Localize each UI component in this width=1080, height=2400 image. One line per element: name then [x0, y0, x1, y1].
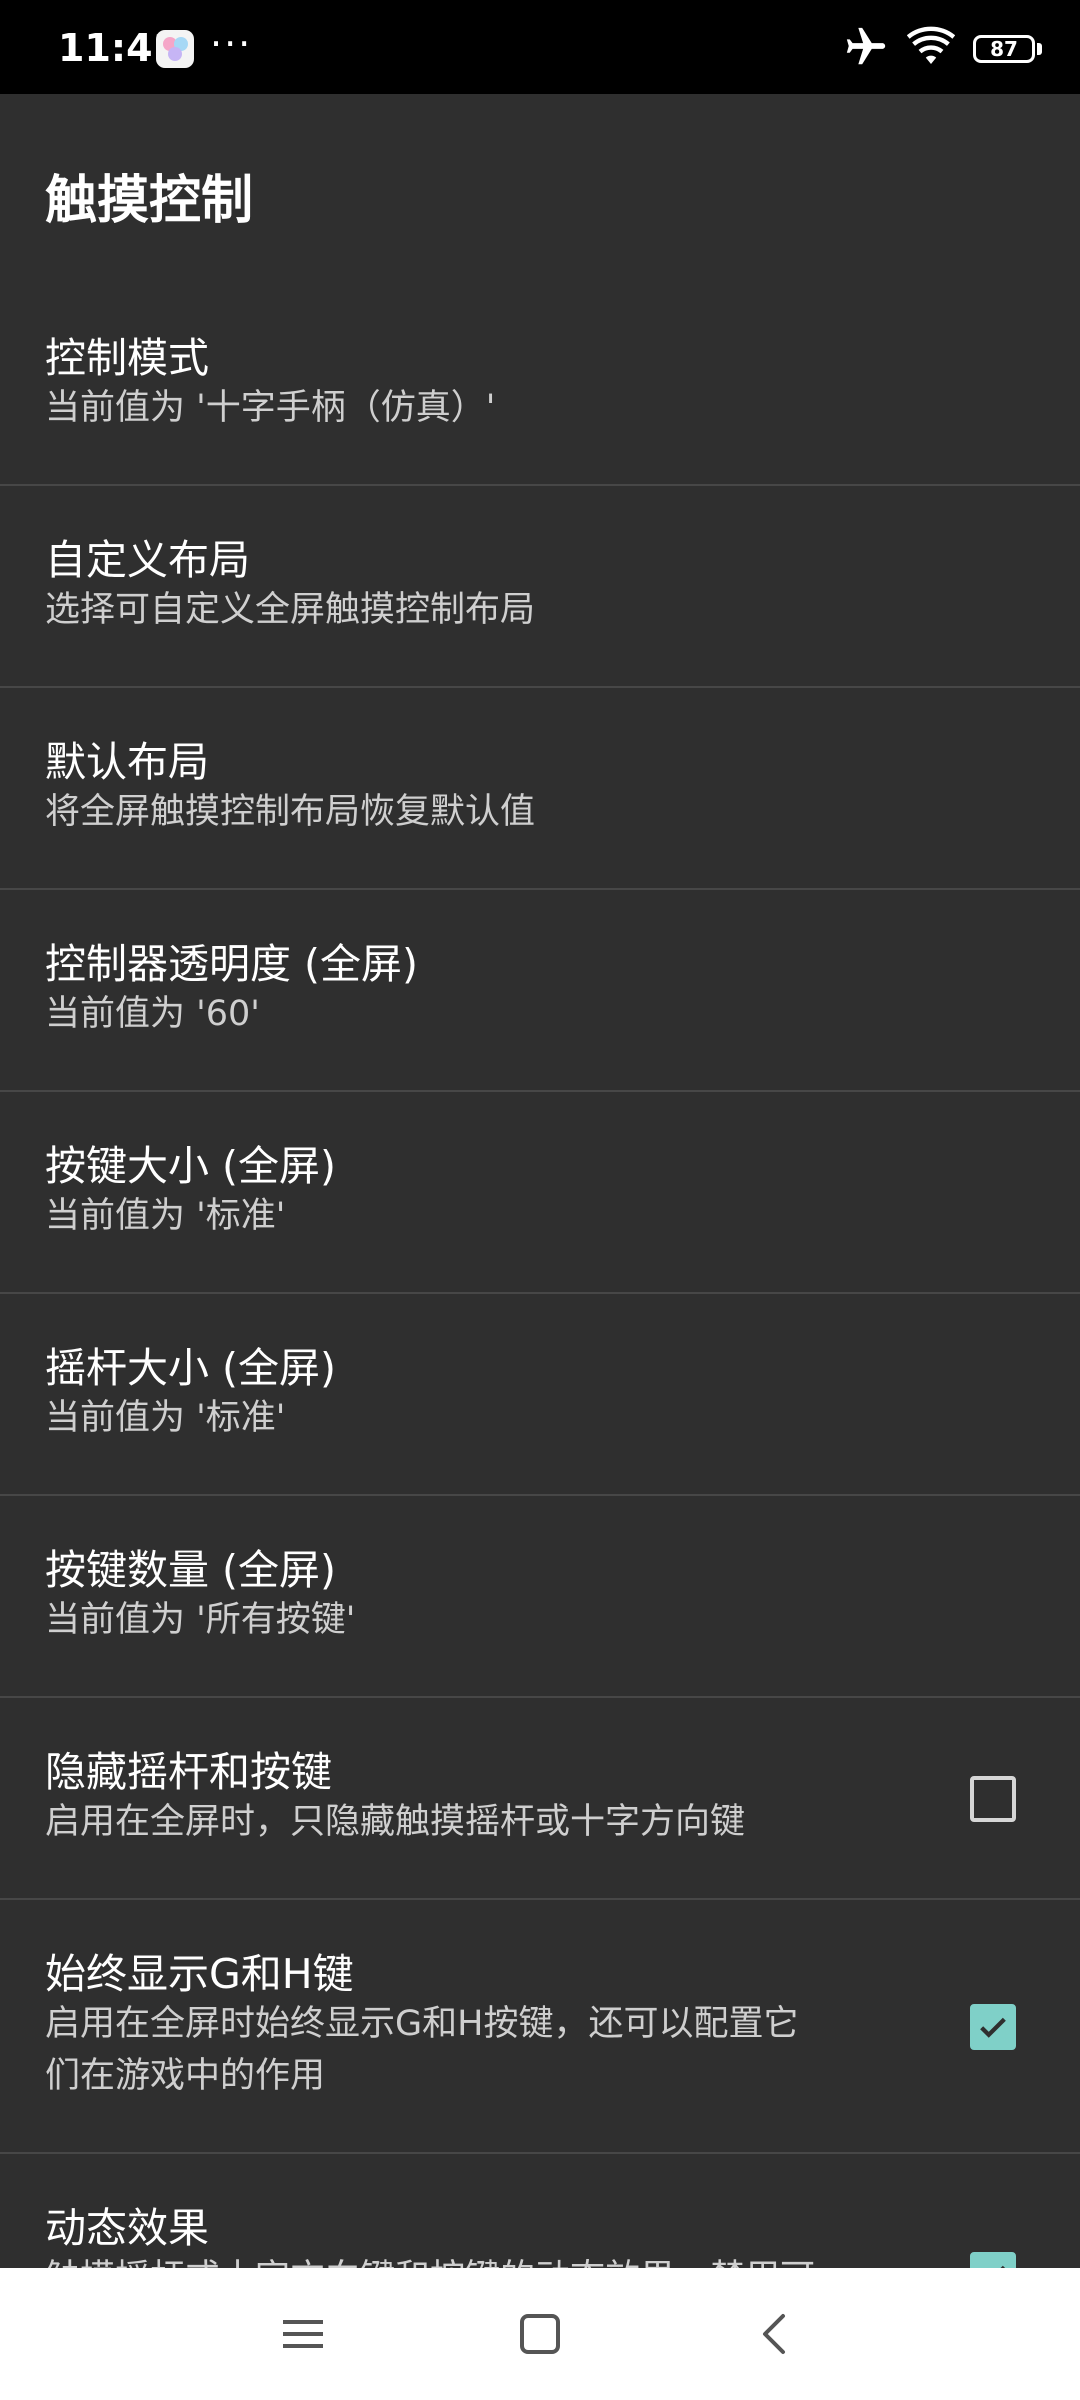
setting-subtitle: 当前值为 '标准' — [45, 1398, 286, 1438]
setting-subtitle: 当前值为 '所有按键' — [45, 1600, 356, 1640]
back-icon[interactable] — [745, 2304, 805, 2364]
setting-subtitle: 启用在全屏时始终显示G和H按键，还可以配置它 — [45, 2004, 799, 2044]
setting-title: 按键大小 (全屏) — [45, 1142, 337, 1190]
navigation-bar — [0, 2268, 1080, 2400]
setting-always-show-gh[interactable]: 始终显示G和H键 启用在全屏时始终显示G和H按键，还可以配置它 们在游戏中的作用 — [0, 1900, 1080, 2154]
setting-subtitle: 选择可自定义全屏触摸控制布局 — [45, 590, 536, 630]
status-bar: 11:41 ··· 87 — [0, 0, 1080, 94]
setting-dynamic-effect[interactable]: 动态效果 触摸摇杆或十字方向键和按键的动态效果，禁用可 — [0, 2154, 1080, 2268]
page-title: 触摸控制 — [45, 171, 254, 231]
battery-icon: 87 — [973, 35, 1042, 63]
setting-button-count[interactable]: 按键数量 (全屏) 当前值为 '所有按键' — [0, 1496, 1080, 1698]
setting-joystick-size[interactable]: 摇杆大小 (全屏) 当前值为 '标准' — [0, 1294, 1080, 1496]
status-icons: 87 — [843, 24, 1042, 74]
setting-title: 控制器透明度 (全屏) — [45, 940, 419, 988]
setting-subtitle: 启用在全屏时，只隐藏触摸摇杆或十字方向键 — [45, 1802, 746, 1842]
setting-title: 按键数量 (全屏) — [45, 1546, 337, 1594]
more-notifications-icon: ··· — [210, 22, 253, 66]
airplane-icon — [843, 24, 889, 74]
setting-title: 始终显示G和H键 — [45, 1950, 354, 1998]
setting-title: 隐藏摇杆和按键 — [45, 1748, 332, 1796]
setting-control-mode[interactable]: 控制模式 当前值为 '十字手柄（仿真）' — [0, 284, 1080, 486]
setting-subtitle: 触摸摇杆或十字方向键和按键的动态效果，禁用可 — [45, 2252, 815, 2268]
setting-subtitle: 将全屏触摸控制布局恢复默认值 — [45, 792, 536, 832]
setting-hide-joystick[interactable]: 隐藏摇杆和按键 启用在全屏时，只隐藏触摸摇杆或十字方向键 — [0, 1698, 1080, 1900]
setting-default-layout[interactable]: 默认布局 将全屏触摸控制布局恢复默认值 — [0, 688, 1080, 890]
hide-joystick-checkbox[interactable] — [970, 1776, 1016, 1822]
always-show-gh-checkbox[interactable] — [970, 2004, 1016, 2050]
setting-button-size[interactable]: 按键大小 (全屏) 当前值为 '标准' — [0, 1092, 1080, 1294]
settings-screen: 触摸控制 控制模式 当前值为 '十字手柄（仿真）' 自定义布局 选择可自定义全屏… — [0, 94, 1080, 2268]
setting-custom-layout[interactable]: 自定义布局 选择可自定义全屏触摸控制布局 — [0, 486, 1080, 688]
setting-controller-opacity[interactable]: 控制器透明度 (全屏) 当前值为 '60' — [0, 890, 1080, 1092]
setting-title: 摇杆大小 (全屏) — [45, 1344, 337, 1392]
battery-level: 87 — [990, 37, 1018, 61]
setting-subtitle: 当前值为 '十字手柄（仿真）' — [45, 388, 496, 428]
setting-subtitle: 当前值为 '标准' — [45, 1196, 286, 1236]
home-icon[interactable] — [510, 2304, 570, 2364]
dynamic-effect-checkbox[interactable] — [970, 2252, 1016, 2268]
setting-title: 控制模式 — [45, 334, 209, 382]
wifi-icon — [906, 26, 956, 72]
setting-title: 自定义布局 — [45, 536, 250, 584]
setting-title: 动态效果 — [45, 2204, 209, 2252]
menu-icon[interactable] — [273, 2304, 333, 2364]
setting-subtitle: 当前值为 '60' — [45, 994, 260, 1034]
setting-subtitle: 们在游戏中的作用 — [45, 2056, 326, 2096]
app-notification-icon — [156, 30, 194, 68]
setting-title: 默认布局 — [45, 738, 209, 786]
